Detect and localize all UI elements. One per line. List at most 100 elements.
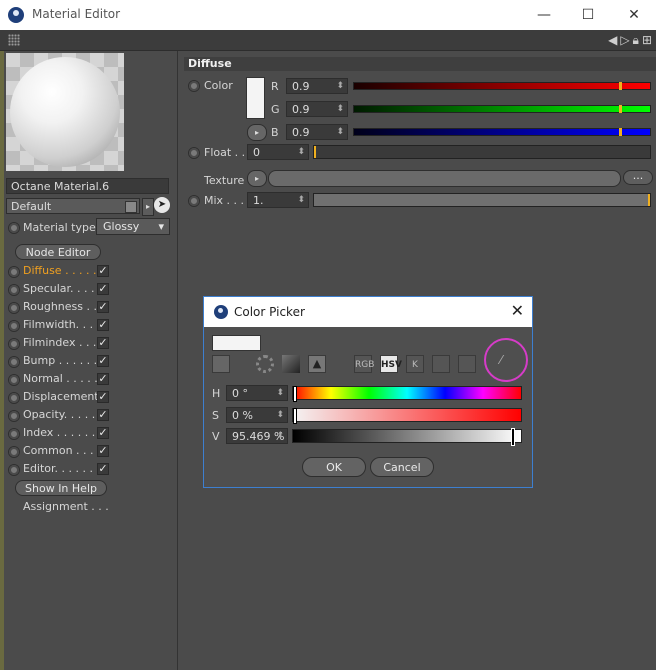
v-input[interactable]: 95.469 %: [226, 428, 288, 444]
channel-radio-specular[interactable]: [8, 284, 20, 296]
texture-more-button[interactable]: ...: [623, 170, 653, 185]
menu-grip-icon[interactable]: [8, 34, 20, 46]
value-handle[interactable]: [510, 428, 515, 446]
channel-radio-bump[interactable]: [8, 356, 20, 368]
mode-hsv[interactable]: HSV: [380, 355, 402, 373]
mode-kelvin[interactable]: K: [406, 355, 424, 373]
channel-radio-roughness[interactable]: [8, 302, 20, 314]
color-expand-icon[interactable]: ▸: [247, 124, 267, 141]
color-wheel-icon[interactable]: [256, 355, 274, 373]
channel-check-normal[interactable]: ✓: [97, 373, 109, 385]
channel-check-roughness[interactable]: ✓: [97, 301, 109, 313]
image-picker-icon[interactable]: ▲: [308, 355, 326, 373]
r-slider[interactable]: [353, 82, 651, 90]
channel-label-common[interactable]: Common . . . .: [23, 444, 101, 457]
channel-check-filmwidth[interactable]: ✓: [97, 319, 109, 331]
channel-check-opacity[interactable]: ✓: [97, 409, 109, 421]
spectrum-icon[interactable]: [282, 355, 300, 373]
expand-window-icon[interactable]: [212, 355, 230, 373]
g-input[interactable]: 0.9: [286, 101, 348, 117]
channel-label-specular[interactable]: Specular. . . . .: [23, 282, 102, 295]
mix-input[interactable]: 1.: [247, 192, 309, 208]
channel-label-displacement[interactable]: Displacement: [23, 390, 99, 403]
channel-check-diffuse[interactable]: ✓: [97, 265, 109, 277]
channel-radio-displacement[interactable]: [8, 392, 20, 404]
arrow-forward-icon[interactable]: ▷: [620, 33, 629, 47]
eyedropper-icon[interactable]: ⁄: [500, 353, 514, 367]
minimize-button[interactable]: —: [530, 4, 558, 26]
layer-field[interactable]: Default: [6, 198, 140, 214]
channel-label-diffuse[interactable]: Diffuse . . . . .: [23, 264, 97, 277]
channel-radio-common[interactable]: [8, 446, 20, 458]
b-input[interactable]: 0.9: [286, 124, 348, 140]
saturation-bar[interactable]: [292, 408, 522, 424]
lock-icon[interactable]: 🔒︎: [633, 33, 639, 48]
mix-slider[interactable]: [313, 193, 651, 207]
material-type-radio[interactable]: [8, 222, 20, 234]
dialog-close-button[interactable]: ✕: [511, 301, 524, 320]
color-swatch[interactable]: [246, 77, 265, 119]
color-radio[interactable]: [188, 80, 200, 92]
channel-radio-diffuse[interactable]: [8, 266, 20, 278]
channel-check-filmindex[interactable]: ✓: [97, 337, 109, 349]
g-slider-handle[interactable]: [618, 105, 622, 113]
arrow-back-icon[interactable]: ◀: [608, 33, 617, 47]
swatches-icon[interactable]: [458, 355, 476, 373]
texture-link-field[interactable]: [268, 170, 621, 187]
saturation-handle[interactable]: [293, 408, 297, 424]
channel-label-bump[interactable]: Bump . . . . . .: [23, 354, 97, 367]
channel-radio-editor[interactable]: [8, 464, 20, 476]
channel-label-index[interactable]: Index . . . . . .: [23, 426, 95, 439]
value-bar[interactable]: [292, 428, 522, 446]
layer-expand-icon[interactable]: ▸: [142, 198, 154, 216]
channel-check-specular[interactable]: ✓: [97, 283, 109, 295]
cancel-button[interactable]: Cancel: [370, 457, 434, 477]
maximize-button[interactable]: ☐: [574, 4, 602, 26]
channel-radio-opacity[interactable]: [8, 410, 20, 422]
mode-rgb[interactable]: RGB: [354, 355, 374, 373]
channel-check-displacement[interactable]: ✓: [97, 391, 109, 403]
r-input[interactable]: 0.9: [286, 78, 348, 94]
float-radio[interactable]: [188, 147, 200, 159]
channel-label-opacity[interactable]: Opacity. . . . . .: [23, 408, 102, 421]
r-slider-handle[interactable]: [618, 82, 622, 90]
show-in-help-button[interactable]: Show In Help: [15, 480, 107, 496]
channel-radio-index[interactable]: [8, 428, 20, 440]
float-slider[interactable]: [313, 145, 651, 159]
hue-handle[interactable]: [293, 386, 297, 402]
channel-check-index[interactable]: ✓: [97, 427, 109, 439]
channel-check-common[interactable]: ✓: [97, 445, 109, 457]
layer-color-swatch[interactable]: [125, 201, 137, 213]
channel-radio-filmindex[interactable]: [8, 338, 20, 350]
material-name-field[interactable]: Octane Material.6: [6, 178, 169, 194]
close-button[interactable]: ✕: [620, 4, 648, 26]
h-input[interactable]: 0 °: [226, 385, 288, 401]
mixer-icon[interactable]: [432, 355, 450, 373]
node-editor-button[interactable]: Node Editor: [15, 244, 101, 260]
float-input[interactable]: 0: [247, 144, 309, 160]
assignment-label[interactable]: Assignment . . .: [23, 500, 109, 513]
ok-button[interactable]: OK: [302, 457, 366, 477]
g-slider[interactable]: [353, 105, 651, 113]
b-slider[interactable]: [353, 128, 651, 136]
channel-label-filmwidth[interactable]: Filmwidth. . . .: [23, 318, 100, 331]
hue-bar[interactable]: [292, 386, 522, 402]
material-preview[interactable]: [6, 53, 124, 171]
pointer-icon[interactable]: ➤: [154, 197, 170, 213]
b-slider-handle[interactable]: [618, 128, 622, 136]
texture-expand-icon[interactable]: ▸: [247, 170, 267, 187]
channel-label-roughness[interactable]: Roughness . . .: [23, 300, 104, 313]
new-window-icon[interactable]: ⊞: [642, 33, 652, 47]
s-input[interactable]: 0 %: [226, 407, 288, 423]
channel-radio-filmwidth[interactable]: [8, 320, 20, 332]
channel-label-normal[interactable]: Normal . . . . .: [23, 372, 98, 385]
channel-check-editor[interactable]: ✓: [97, 463, 109, 475]
channel-label-editor[interactable]: Editor. . . . . .: [23, 462, 93, 475]
channel-radio-normal[interactable]: [8, 374, 20, 386]
channel-check-bump[interactable]: ✓: [97, 355, 109, 367]
channel-label-filmindex[interactable]: Filmindex . . . .: [23, 336, 103, 349]
mix-radio[interactable]: [188, 195, 200, 207]
material-type-dropdown[interactable]: Glossy ▾: [96, 218, 170, 235]
float-slider-handle[interactable]: [314, 146, 316, 158]
mix-slider-handle[interactable]: [648, 194, 650, 206]
